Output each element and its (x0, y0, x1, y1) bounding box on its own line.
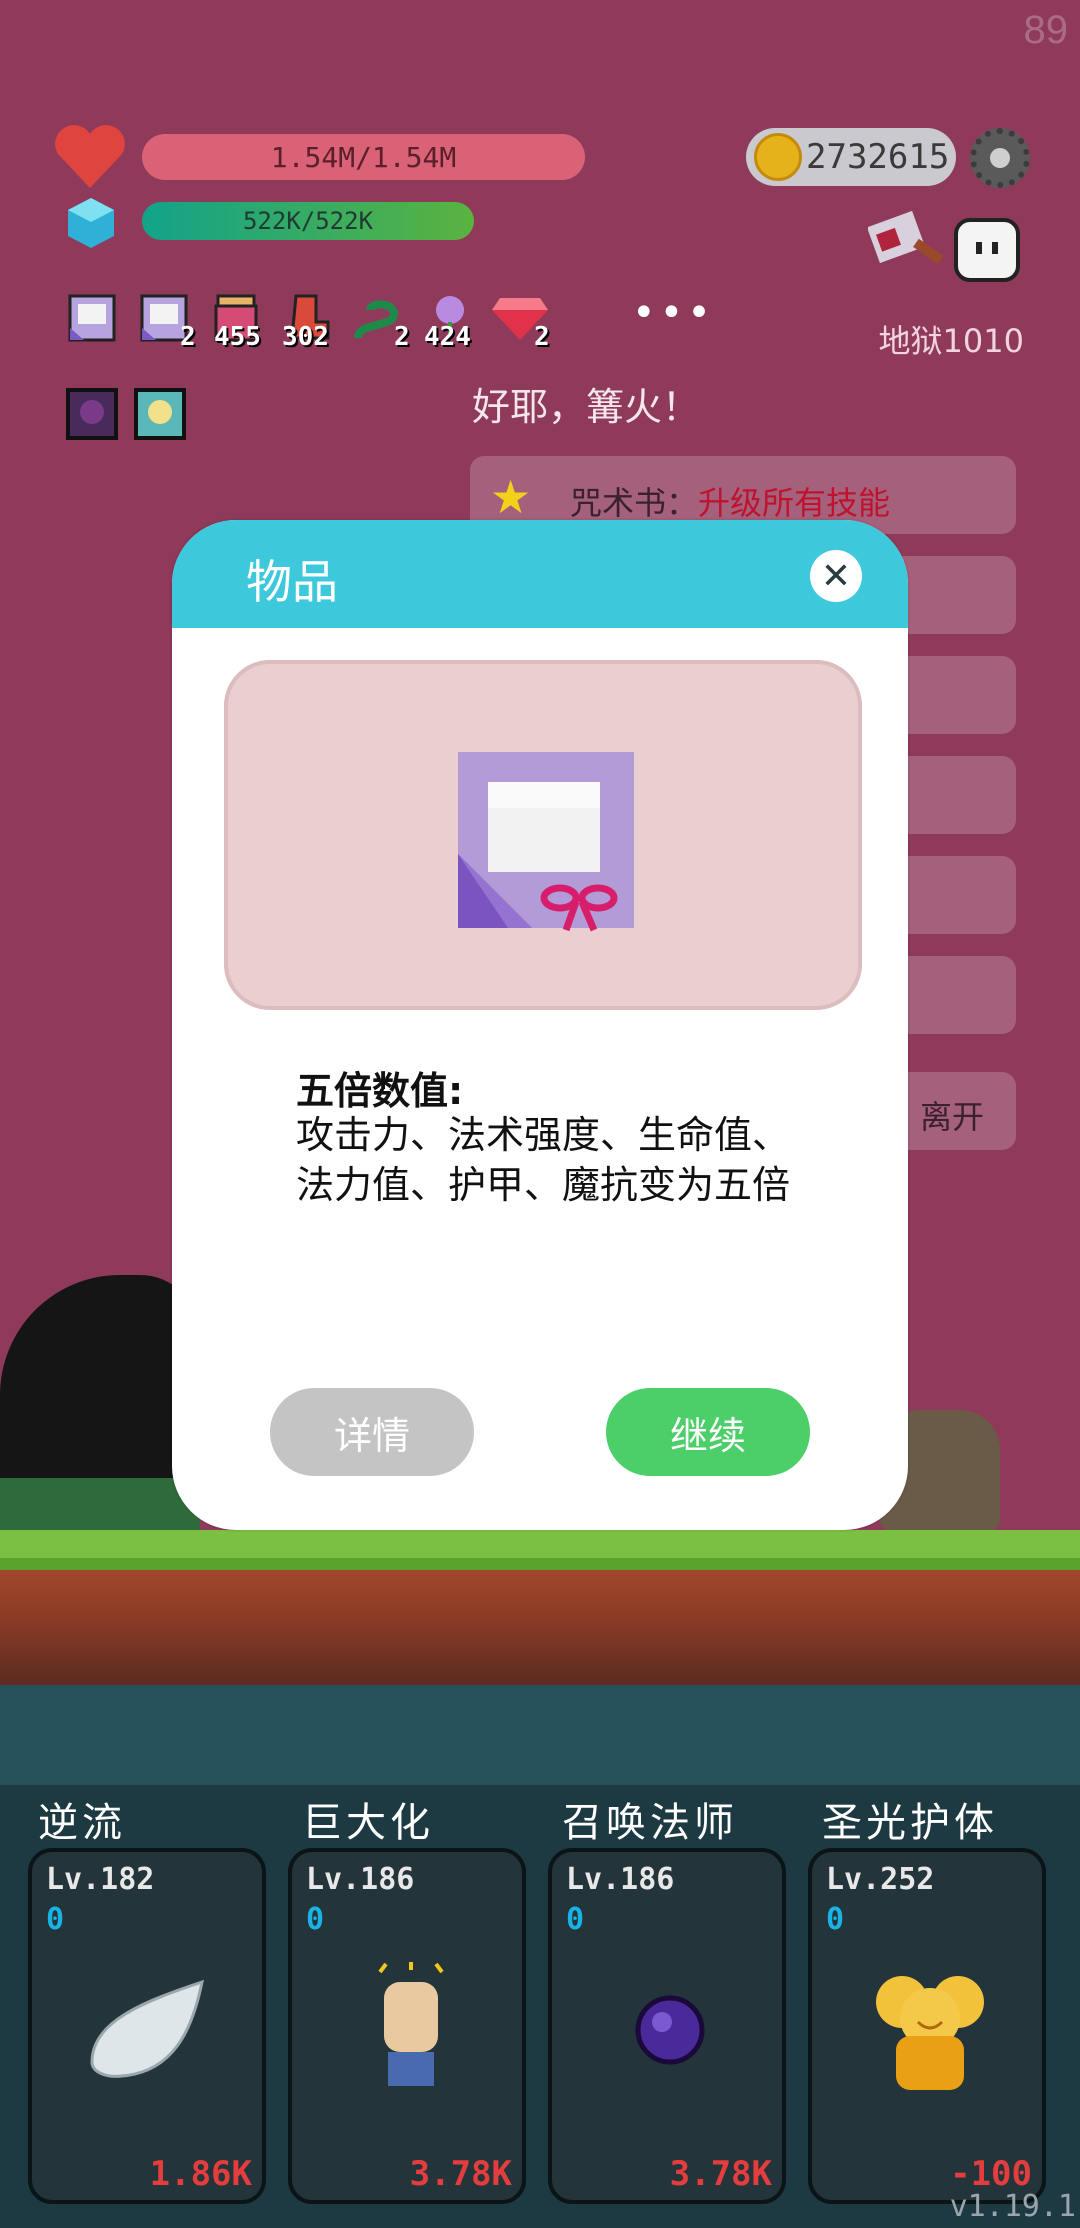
inventory-slot[interactable] (66, 292, 118, 348)
demon-buff-icon[interactable] (66, 388, 118, 440)
inventory-slot[interactable]: 2 (350, 292, 410, 352)
gold-amount: 2732615 (806, 137, 950, 177)
cloud-wing-icon (90, 1979, 204, 2078)
skill-points: 0 (826, 1902, 845, 1937)
version-label: v1.19.1 (949, 2189, 1076, 2224)
quest-text: 咒术书：升级所有技能 (570, 484, 891, 522)
skill-name: 巨大化 (302, 1800, 434, 1846)
skill-name: 圣光护体 (822, 1800, 998, 1846)
star-icon: ★ (490, 470, 532, 524)
skill-card[interactable]: Lv.186 0 3.78K (548, 1848, 786, 2204)
item-effect-title: 五倍数值: (296, 1069, 464, 1113)
close-icon[interactable]: ✕ (810, 550, 862, 602)
event-message: 好耶，篝火！ (472, 385, 701, 429)
modal-header: 物品 ✕ (172, 520, 908, 628)
inventory-count: 2 (394, 322, 410, 352)
detail-button[interactable]: 详情 (270, 1388, 474, 1476)
inventory-count: 302 (282, 322, 329, 352)
bush (0, 1478, 200, 1538)
continue-button[interactable]: 继续 (606, 1388, 810, 1476)
gift-box-icon (68, 294, 116, 342)
skill-level: Lv.186 (306, 1862, 415, 1897)
item-effect-description: 攻击力、法术强度、生命值、法力值、护甲、魔抗变为五倍 (296, 1113, 791, 1207)
ghost-icon[interactable] (952, 214, 1022, 284)
inventory-count: 424 (424, 322, 471, 352)
skill-card[interactable]: Lv.182 0 1.86K (28, 1848, 266, 2204)
skill-cost: 3.78K (409, 2154, 512, 2194)
mana-crystal-icon (68, 198, 114, 248)
inventory-slot[interactable]: 2 (490, 292, 550, 352)
floor-label: 地狱1010 (878, 322, 1024, 360)
inventory-count: 2 (534, 322, 550, 352)
dark-orb-icon (635, 1995, 705, 2065)
gift-box-icon (458, 752, 634, 932)
skill-level: Lv.252 (826, 1862, 935, 1897)
angel-buff-icon[interactable] (134, 388, 186, 440)
settings-gear-icon[interactable] (970, 128, 1030, 188)
gold-counter: 2732615 (746, 128, 956, 186)
coin-icon (754, 133, 802, 181)
heart-icon (55, 125, 125, 188)
skill-card[interactable]: Lv.252 0 -100 (808, 1848, 1046, 2204)
ground (0, 1530, 1080, 1685)
item-preview (224, 660, 862, 1010)
skill-cost: 3.78K (669, 2154, 772, 2194)
hp-bar: 1.54M/1.54M (142, 134, 585, 180)
skill-level: Lv.186 (566, 1862, 675, 1897)
modal-title: 物品 (246, 555, 338, 609)
skill-name: 逆流 (38, 1800, 126, 1846)
skill-cost: -100 (950, 2154, 1032, 2194)
skill-card[interactable]: Lv.186 0 3.78K (288, 1848, 526, 2204)
cleaver-icon[interactable] (868, 210, 946, 280)
skill-points: 0 (46, 1902, 65, 1937)
fist-icon (378, 1962, 444, 2086)
inventory-slot[interactable]: 455 (210, 292, 262, 352)
mp-bar: 522K/522K (142, 202, 474, 240)
inventory-count: 2 (180, 322, 196, 352)
skill-name: 召唤法师 (562, 1800, 738, 1846)
more-items-button[interactable]: ••• (632, 290, 715, 336)
skill-level: Lv.182 (46, 1862, 155, 1897)
inventory-slot[interactable]: 424 (424, 292, 476, 352)
inventory-slot[interactable]: 302 (282, 292, 334, 352)
skill-points: 0 (306, 1902, 325, 1937)
inventory-slot[interactable]: 2 (138, 292, 196, 352)
inventory-count: 455 (214, 322, 261, 352)
golden-angel-icon (876, 1976, 984, 2090)
skill-cost: 1.86K (149, 2154, 252, 2194)
skill-points: 0 (566, 1902, 585, 1937)
fps-counter: 89 (1023, 8, 1069, 52)
water-surface (0, 1685, 1080, 1785)
quest-text: 离开 (920, 1098, 985, 1136)
item-modal: 物品 ✕ 五倍数值: 攻击力、法术强度、生命值、法力值、护甲、魔抗变为五倍 详情… (172, 520, 908, 1530)
